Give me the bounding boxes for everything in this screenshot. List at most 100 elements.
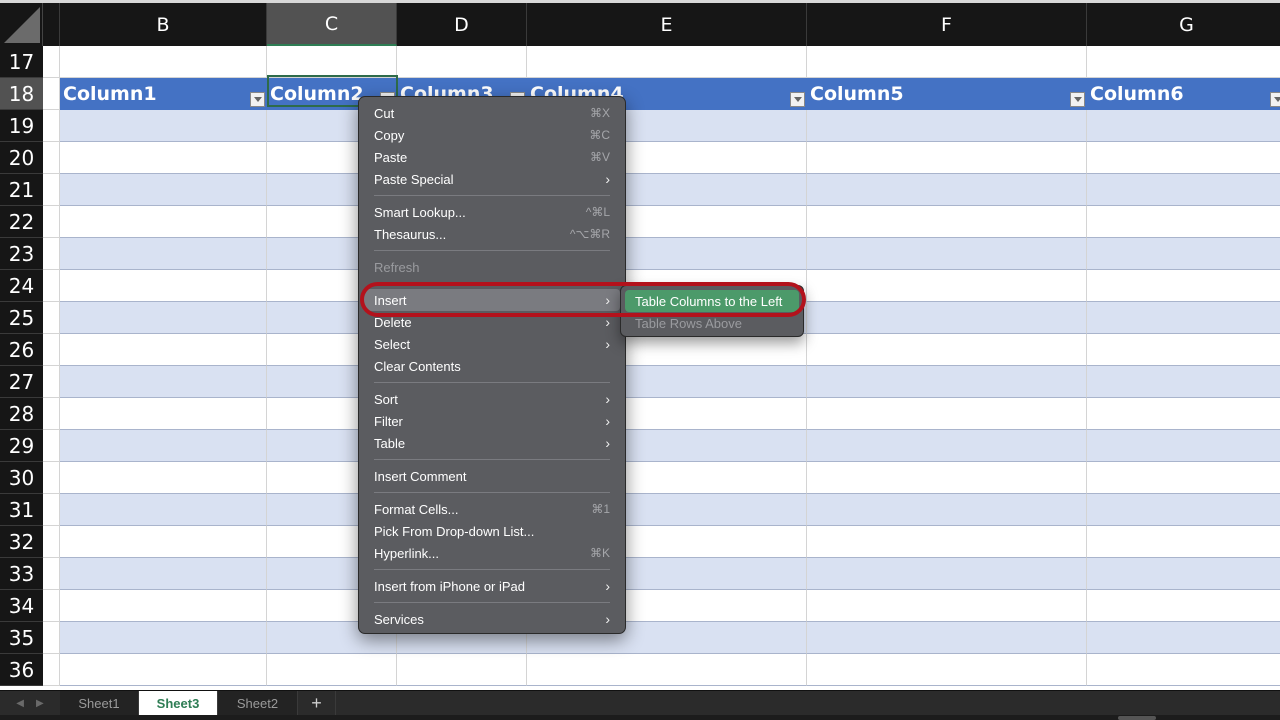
- cell-a28[interactable]: [43, 398, 60, 430]
- column-header-c[interactable]: C: [267, 3, 397, 46]
- cell-e17[interactable]: [527, 46, 807, 78]
- cell-g17[interactable]: [1087, 46, 1280, 78]
- menu-item-table[interactable]: Table ›: [364, 432, 620, 454]
- cell-f26[interactable]: [807, 334, 1087, 366]
- cell-f34[interactable]: [807, 590, 1087, 622]
- menu-item-sort[interactable]: Sort ›: [364, 388, 620, 410]
- menu-item-clear-contents[interactable]: Clear Contents: [364, 355, 620, 377]
- cell-f28[interactable]: [807, 398, 1087, 430]
- cell-f35[interactable]: [807, 622, 1087, 654]
- column-header-g[interactable]: G: [1087, 3, 1280, 46]
- cell-b26[interactable]: [60, 334, 267, 366]
- filter-dropdown-icon[interactable]: [790, 92, 805, 107]
- cell-f25[interactable]: [807, 302, 1087, 334]
- sheet-tab-sheet1[interactable]: Sheet1: [60, 691, 139, 716]
- cell-b21[interactable]: [60, 174, 267, 206]
- cell-a33[interactable]: [43, 558, 60, 590]
- menu-item-paste[interactable]: Paste ⌘V: [364, 146, 620, 168]
- menu-item-pick-from-drop-down-list[interactable]: Pick From Drop-down List...: [364, 520, 620, 542]
- menu-item-paste-special[interactable]: Paste Special ›: [364, 168, 620, 190]
- menu-item-insert-from-iphone-or-ipad[interactable]: Insert from iPhone or iPad ›: [364, 575, 620, 597]
- cell-b20[interactable]: [60, 142, 267, 174]
- column-header-e[interactable]: E: [527, 3, 807, 46]
- cell-g28[interactable]: [1087, 398, 1280, 430]
- menu-item-delete[interactable]: Delete ›: [364, 311, 620, 333]
- menu-item-smart-lookup[interactable]: Smart Lookup... ^⌘L: [364, 201, 620, 223]
- menu-item-cut[interactable]: Cut ⌘X: [364, 102, 620, 124]
- cell-d36[interactable]: [397, 654, 527, 686]
- cell-g22[interactable]: [1087, 206, 1280, 238]
- cell-b17[interactable]: [60, 46, 267, 78]
- cell-c17[interactable]: [267, 46, 397, 78]
- row-header-23[interactable]: 23: [0, 238, 43, 270]
- row-header-30[interactable]: 30: [0, 462, 43, 494]
- cell-a21[interactable]: [43, 174, 60, 206]
- cell-b27[interactable]: [60, 366, 267, 398]
- cell-g20[interactable]: [1087, 142, 1280, 174]
- cell-f23[interactable]: [807, 238, 1087, 270]
- filter-dropdown-icon[interactable]: [1270, 92, 1280, 107]
- cell-a20[interactable]: [43, 142, 60, 174]
- row-header-26[interactable]: 26: [0, 334, 43, 366]
- cell-b23[interactable]: [60, 238, 267, 270]
- spreadsheet-grid[interactable]: Column1 Column2 Column3 Column4 Column5 Colum…: [43, 46, 1280, 690]
- cell-b35[interactable]: [60, 622, 267, 654]
- column-header-a[interactable]: [43, 3, 60, 46]
- column-header-b[interactable]: B: [60, 3, 267, 46]
- row-header-18[interactable]: 18: [0, 78, 43, 110]
- cell-b34[interactable]: [60, 590, 267, 622]
- prev-sheet-icon[interactable]: ◀: [16, 698, 24, 709]
- add-sheet-button[interactable]: +: [298, 691, 336, 716]
- filter-dropdown-icon[interactable]: [250, 92, 265, 107]
- sheet-tab-sheet3[interactable]: Sheet3: [139, 691, 218, 716]
- menu-item-hyperlink[interactable]: Hyperlink... ⌘K: [364, 542, 620, 564]
- cell-a35[interactable]: [43, 622, 60, 654]
- cell-b33[interactable]: [60, 558, 267, 590]
- cell-f32[interactable]: [807, 526, 1087, 558]
- cell-a27[interactable]: [43, 366, 60, 398]
- menu-item-filter[interactable]: Filter ›: [364, 410, 620, 432]
- cell-a31[interactable]: [43, 494, 60, 526]
- cell-b22[interactable]: [60, 206, 267, 238]
- row-header-17[interactable]: 17: [0, 46, 43, 78]
- cell-b31[interactable]: [60, 494, 267, 526]
- menu-item-format-cells[interactable]: Format Cells... ⌘1: [364, 498, 620, 520]
- select-all-corner[interactable]: [0, 3, 43, 46]
- submenu-item-table-columns-to-the-left[interactable]: Table Columns to the Left: [625, 290, 799, 312]
- row-header-36[interactable]: 36: [0, 654, 43, 686]
- menu-item-insert-comment[interactable]: Insert Comment: [364, 465, 620, 487]
- cell-a29[interactable]: [43, 430, 60, 462]
- cell-g32[interactable]: [1087, 526, 1280, 558]
- cell-a18[interactable]: [43, 78, 60, 110]
- cell-f27[interactable]: [807, 366, 1087, 398]
- menu-item-copy[interactable]: Copy ⌘C: [364, 124, 620, 146]
- cell-b18[interactable]: Column1: [60, 78, 267, 110]
- row-header-25[interactable]: 25: [0, 302, 43, 334]
- cell-a22[interactable]: [43, 206, 60, 238]
- row-header-33[interactable]: 33: [0, 558, 43, 590]
- row-header-22[interactable]: 22: [0, 206, 43, 238]
- cell-g31[interactable]: [1087, 494, 1280, 526]
- cell-a26[interactable]: [43, 334, 60, 366]
- cell-f36[interactable]: [807, 654, 1087, 686]
- column-header-f[interactable]: F: [807, 3, 1087, 46]
- cell-c36[interactable]: [267, 654, 397, 686]
- cell-g30[interactable]: [1087, 462, 1280, 494]
- cell-g35[interactable]: [1087, 622, 1280, 654]
- menu-item-thesaurus[interactable]: Thesaurus... ^⌥⌘R: [364, 223, 620, 245]
- cell-a19[interactable]: [43, 110, 60, 142]
- cell-b29[interactable]: [60, 430, 267, 462]
- row-header-32[interactable]: 32: [0, 526, 43, 558]
- cell-g21[interactable]: [1087, 174, 1280, 206]
- cell-a23[interactable]: [43, 238, 60, 270]
- menu-item-insert[interactable]: Insert ›: [364, 289, 620, 311]
- cell-b19[interactable]: [60, 110, 267, 142]
- cell-f33[interactable]: [807, 558, 1087, 590]
- menu-item-select[interactable]: Select ›: [364, 333, 620, 355]
- cell-a30[interactable]: [43, 462, 60, 494]
- cell-f19[interactable]: [807, 110, 1087, 142]
- cell-f29[interactable]: [807, 430, 1087, 462]
- next-sheet-icon[interactable]: ▶: [36, 698, 44, 709]
- cell-b25[interactable]: [60, 302, 267, 334]
- menu-item-services[interactable]: Services ›: [364, 608, 620, 630]
